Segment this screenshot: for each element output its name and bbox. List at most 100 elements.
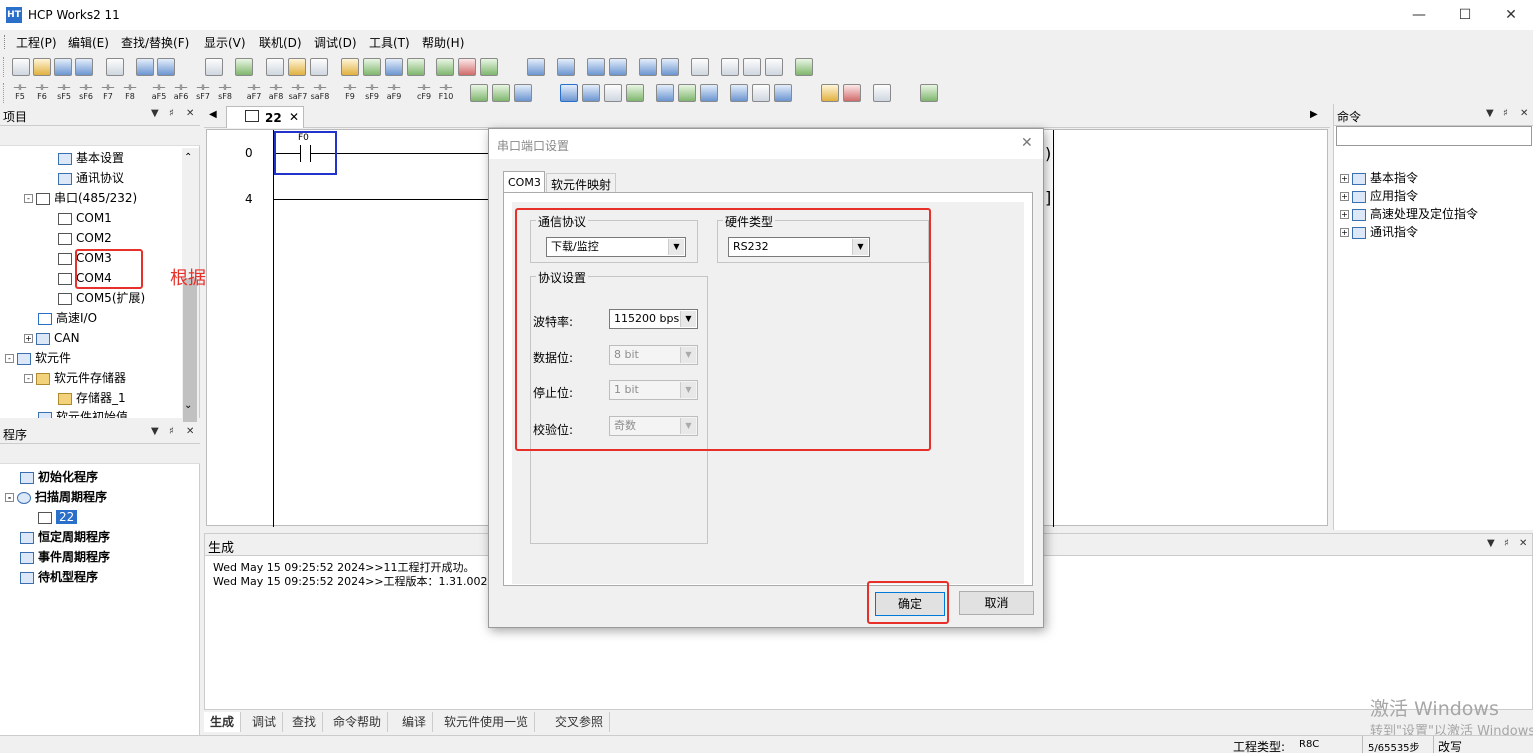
cut-icon[interactable] bbox=[310, 58, 328, 76]
dialog-close-icon[interactable]: ✕ bbox=[1021, 135, 1033, 151]
fkey-f7-button[interactable]: ⊣⊢ F7 bbox=[98, 83, 118, 101]
info-icon[interactable] bbox=[157, 58, 175, 76]
scroll-down-icon[interactable]: ⌄ bbox=[184, 400, 192, 411]
register-icon[interactable] bbox=[821, 84, 839, 102]
fkey-saf7-button[interactable]: ⊣⊢ saF7 bbox=[288, 83, 308, 101]
tree-fixed-program[interactable]: 恒定周期程序 bbox=[20, 528, 110, 546]
panel-menu-icon[interactable]: ▼ bbox=[151, 426, 159, 437]
tab-compile[interactable]: 编译 bbox=[396, 712, 434, 732]
tree-scan-program[interactable]: - 扫描周期程序 bbox=[5, 488, 107, 506]
cmd-basic[interactable]: + 基本指令 bbox=[1340, 169, 1418, 187]
menu-find-replace[interactable]: 查找/替换(F) bbox=[121, 34, 189, 51]
tab-close-icon[interactable]: ✕ bbox=[289, 110, 299, 124]
paste-icon[interactable] bbox=[288, 58, 306, 76]
monitor-write-icon[interactable] bbox=[743, 58, 761, 76]
memory-icon[interactable] bbox=[843, 84, 861, 102]
help-icon[interactable] bbox=[136, 58, 154, 76]
copy-icon[interactable] bbox=[266, 58, 284, 76]
fkey-f6-button[interactable]: ⊣⊢ F6 bbox=[32, 83, 52, 101]
cmd-application[interactable]: + 应用指令 bbox=[1340, 187, 1418, 205]
fkey-cf9-button[interactable]: ⊣⊢ cF9 bbox=[414, 83, 434, 101]
check-icon[interactable] bbox=[795, 58, 813, 76]
tree-basic-settings[interactable]: 基本设置 bbox=[58, 149, 124, 167]
plc-icon[interactable] bbox=[873, 84, 891, 102]
tab-cross-ref[interactable]: 交叉参照 bbox=[549, 712, 611, 732]
fkey-f5-button[interactable]: ⊣⊢ F5 bbox=[10, 83, 30, 101]
tree-standby-program[interactable]: 待机型程序 bbox=[20, 568, 98, 586]
panel-close-icon[interactable]: ✕ bbox=[186, 426, 194, 437]
panel-menu-icon[interactable]: ▼ bbox=[1486, 108, 1494, 119]
minimize-icon[interactable]: — bbox=[1396, 0, 1442, 30]
zoom-in-icon[interactable] bbox=[656, 84, 674, 102]
command-search-input[interactable] bbox=[1336, 126, 1532, 146]
ladder-convert-icon[interactable] bbox=[514, 84, 532, 102]
tree-devices[interactable]: - 软元件 bbox=[5, 349, 71, 367]
pin-icon[interactable]: ♯ bbox=[1503, 108, 1508, 119]
tab-device-usage[interactable]: 软元件使用一览 bbox=[438, 712, 536, 732]
ladder-compile-icon[interactable] bbox=[492, 84, 510, 102]
tree-event-program[interactable]: 事件周期程序 bbox=[20, 548, 110, 566]
insert-column-icon[interactable] bbox=[480, 58, 498, 76]
pin-icon[interactable]: ♯ bbox=[1504, 538, 1509, 549]
expand-icon[interactable]: + bbox=[24, 334, 33, 343]
tree-high-speed-io[interactable]: 高速I/O bbox=[38, 309, 97, 327]
tab-debug[interactable]: 调试 bbox=[246, 712, 284, 732]
fkey-af6-button[interactable]: ⊣⊢ aF6 bbox=[171, 83, 191, 101]
find-icon[interactable] bbox=[341, 58, 359, 76]
tab-command-help[interactable]: 命令帮助 bbox=[327, 712, 389, 732]
tab-22[interactable]: 22 ✕ bbox=[226, 106, 304, 128]
panel-close-icon[interactable]: ✕ bbox=[186, 108, 194, 119]
cancel-button[interactable]: 取消 bbox=[959, 591, 1034, 615]
replace-device-icon[interactable] bbox=[407, 58, 425, 76]
tree-serial-port[interactable]: - 串口(485/232) bbox=[24, 189, 137, 207]
plc-run-icon[interactable] bbox=[639, 58, 657, 76]
collapse-icon[interactable]: - bbox=[24, 374, 33, 383]
device-table-icon[interactable] bbox=[730, 84, 748, 102]
scroll-up-icon[interactable]: ⌃ bbox=[184, 152, 192, 163]
tree-com1[interactable]: COM1 bbox=[58, 209, 112, 227]
contact-f0[interactable]: F0 bbox=[274, 131, 337, 175]
panel-menu-icon[interactable]: ▼ bbox=[1487, 538, 1495, 549]
plc-compare-icon[interactable] bbox=[587, 58, 605, 76]
open-folder-icon[interactable] bbox=[33, 58, 51, 76]
insert-row-icon[interactable] bbox=[436, 58, 454, 76]
collapse-icon[interactable]: - bbox=[5, 493, 14, 502]
tab-device-mapping[interactable]: 软元件映射 bbox=[546, 173, 617, 192]
menu-debug[interactable]: 调试(D) bbox=[314, 34, 357, 51]
print-icon[interactable] bbox=[106, 58, 124, 76]
tab-scroll-left-icon[interactable]: ◀ bbox=[209, 109, 217, 120]
view-help-icon[interactable] bbox=[626, 84, 644, 102]
tree-memory-1[interactable]: 存储器_1 bbox=[58, 389, 126, 407]
fkey-saf8-button[interactable]: ⊣⊢ saF8 bbox=[310, 83, 330, 101]
tree-can[interactable]: + CAN bbox=[24, 329, 80, 347]
zoom-out-icon[interactable] bbox=[678, 84, 696, 102]
menu-tools[interactable]: 工具(T) bbox=[369, 34, 410, 51]
menu-edit[interactable]: 编辑(E) bbox=[68, 34, 109, 51]
fkey-sf6-button[interactable]: ⊣⊢ sF6 bbox=[76, 83, 96, 101]
collapse-icon[interactable]: - bbox=[24, 194, 33, 203]
delete-row-icon[interactable] bbox=[458, 58, 476, 76]
panel-close-icon[interactable]: ✕ bbox=[1519, 538, 1527, 549]
monitor-icon[interactable] bbox=[721, 58, 739, 76]
tab-com3[interactable]: COM3 bbox=[503, 171, 545, 193]
menu-online[interactable]: 联机(D) bbox=[259, 34, 302, 51]
plc-info-icon[interactable] bbox=[609, 58, 627, 76]
fkey-af5-button[interactable]: ⊣⊢ aF5 bbox=[149, 83, 169, 101]
pin-icon[interactable]: ♯ bbox=[169, 426, 174, 437]
save-icon[interactable] bbox=[54, 58, 72, 76]
fit-icon[interactable] bbox=[700, 84, 718, 102]
expand-icon[interactable]: + bbox=[1340, 210, 1349, 219]
new-file-icon[interactable] bbox=[12, 58, 30, 76]
upload-icon[interactable] bbox=[557, 58, 575, 76]
view-ladder-icon[interactable] bbox=[560, 84, 578, 102]
tab-scroll-right-icon[interactable]: ▶ bbox=[1310, 109, 1318, 120]
close-icon[interactable]: ✕ bbox=[1488, 0, 1533, 30]
tree-com2[interactable]: COM2 bbox=[58, 229, 112, 247]
fkey-f9-button[interactable]: ⊣⊢ F9 bbox=[340, 83, 360, 101]
fkey-af9-button[interactable]: ⊣⊢ aF9 bbox=[384, 83, 404, 101]
panel-menu-icon[interactable]: ▼ bbox=[151, 108, 159, 119]
collapse-icon[interactable]: - bbox=[5, 354, 14, 363]
tree-comm-protocol[interactable]: 通讯协议 bbox=[58, 169, 124, 187]
pin-icon[interactable]: ♯ bbox=[169, 108, 174, 119]
tree-init-program[interactable]: 初始化程序 bbox=[20, 468, 98, 486]
